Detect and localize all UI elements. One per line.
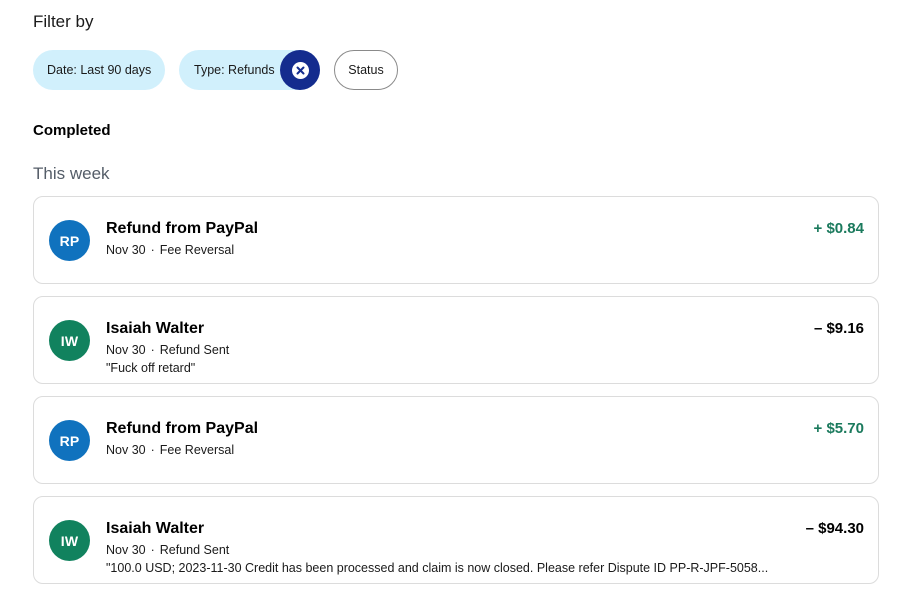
- separator-dot: ·: [150, 243, 155, 257]
- status-filter-label: Status: [348, 63, 384, 77]
- date-filter-label: Date: Last 90 days: [47, 63, 152, 77]
- transaction-date: Nov 30: [106, 443, 146, 457]
- clear-type-filter-button[interactable]: [280, 50, 320, 90]
- transaction-meta: Nov 30 · Refund Sent: [106, 343, 229, 357]
- group-title: This week: [33, 164, 110, 183]
- transaction-type: Refund Sent: [159, 543, 230, 557]
- transaction-type: Refund Sent: [159, 343, 230, 357]
- transaction-meta: Nov 30 · Refund Sent: [106, 543, 229, 557]
- transaction-amount: – $94.30: [805, 520, 864, 537]
- avatar: RP: [49, 220, 90, 261]
- avatar: IW: [49, 520, 90, 561]
- transaction-meta: Nov 30 · Fee Reversal: [106, 243, 234, 257]
- transaction-card[interactable]: RP Refund from PayPal Nov 30 · Fee Reversa…: [33, 396, 879, 484]
- transaction-note: "Fuck off retard": [106, 361, 196, 375]
- transaction-card[interactable]: IW Isaiah Walter Nov 30 · Refund Sent "Fuc…: [33, 296, 879, 384]
- transaction-amount: + $0.84: [813, 220, 864, 237]
- close-circle-icon: [291, 61, 309, 79]
- transaction-name: Isaiah Walter: [106, 520, 205, 537]
- transaction-date: Nov 30: [106, 343, 146, 357]
- separator-dot: ·: [150, 543, 155, 557]
- separator-dot: ·: [150, 443, 155, 457]
- avatar: IW: [49, 320, 90, 361]
- transaction-type: Fee Reversal: [159, 443, 235, 457]
- separator-dot: ·: [150, 343, 155, 357]
- transaction-card[interactable]: IW Isaiah Walter Nov 30 · Refund Sent "100…: [33, 496, 879, 584]
- transaction-date: Nov 30: [106, 543, 146, 557]
- avatar: RP: [49, 420, 90, 461]
- type-filter-chip[interactable]: Type: Refunds: [179, 50, 320, 90]
- section-title: Completed: [33, 122, 111, 139]
- transaction-name: Refund from PayPal: [106, 420, 259, 437]
- transaction-amount: + $5.70: [813, 420, 864, 437]
- transaction-name: Refund from PayPal: [106, 220, 259, 237]
- transaction-date: Nov 30: [106, 243, 146, 257]
- transaction-meta: Nov 30 · Fee Reversal: [106, 443, 234, 457]
- filter-title: Filter by: [33, 12, 94, 31]
- transaction-card[interactable]: RP Refund from PayPal Nov 30 · Fee Reversa…: [33, 196, 879, 284]
- transaction-name: Isaiah Walter: [106, 320, 205, 337]
- date-filter-chip[interactable]: Date: Last 90 days: [33, 50, 165, 90]
- status-filter-chip[interactable]: Status: [334, 50, 398, 90]
- transaction-type: Fee Reversal: [159, 243, 235, 257]
- transaction-amount: – $9.16: [813, 320, 864, 337]
- type-filter-label: Type: Refunds: [194, 63, 275, 77]
- transaction-note: "100.0 USD; 2023-11-30 Credit has been p…: [106, 561, 769, 575]
